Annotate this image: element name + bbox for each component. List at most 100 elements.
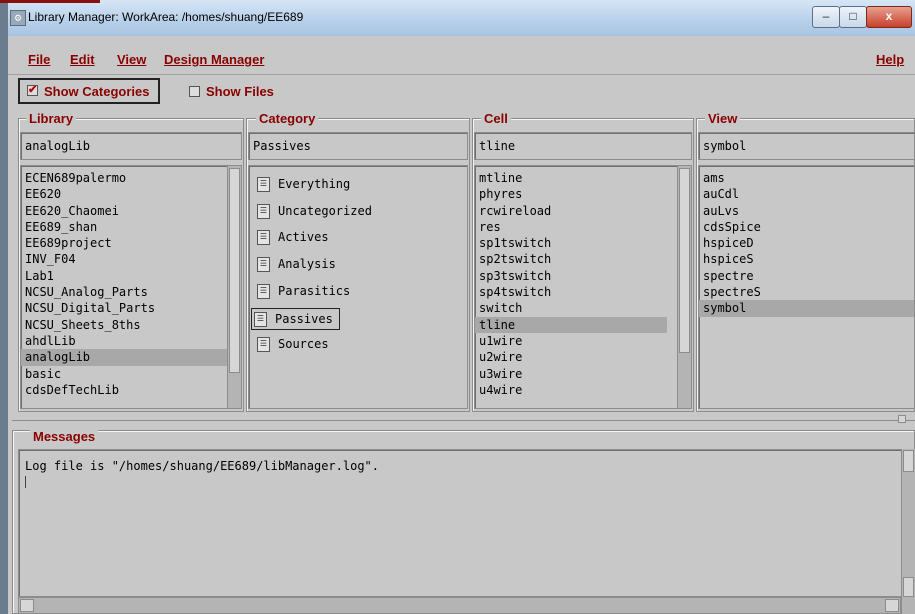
library-list-item[interactable]: ahdlLib — [21, 333, 227, 349]
messages-vertical-scrollbar[interactable] — [901, 449, 915, 614]
cell-list-item[interactable]: sp4tswitch — [475, 284, 667, 300]
messages-scroll-left-arrow[interactable] — [20, 599, 34, 612]
cell-scroll-thumb[interactable] — [679, 168, 690, 353]
pane-sash-handle[interactable] — [898, 415, 906, 423]
library-list-item[interactable]: EE689_shan — [21, 219, 227, 235]
pane-divider[interactable] — [12, 420, 915, 421]
menu-help[interactable]: Help — [876, 52, 904, 67]
library-list-item[interactable]: analogLib — [21, 349, 227, 366]
menu-view-label: View — [117, 52, 147, 67]
library-list-item[interactable]: NCSU_Analog_Parts — [21, 284, 227, 300]
category-icon: ☰ — [257, 257, 270, 273]
category-item-label: Parasitics — [278, 283, 351, 298]
text-cursor — [25, 476, 26, 488]
cell-list[interactable]: mtline phyres rcwireload res sp1tswitch sp2ts… — [474, 165, 692, 409]
library-scroll-thumb[interactable] — [229, 168, 240, 373]
category-icon: ☰ — [254, 311, 267, 327]
menu-edit-label: Edit — [70, 52, 95, 67]
category-list-item[interactable]: ☰ Uncategorized — [257, 201, 372, 221]
category-icon: ☰ — [257, 337, 270, 353]
menu-edit[interactable]: Edit — [70, 52, 95, 67]
close-button[interactable]: x — [866, 6, 912, 28]
library-list-item[interactable]: basic — [21, 366, 227, 382]
messages-scroll-down-arrow[interactable] — [903, 577, 914, 597]
show-categories-checkbox[interactable]: ✔ — [27, 85, 38, 96]
category-item-label: Sources — [278, 337, 329, 352]
view-list-item[interactable]: ams — [699, 170, 914, 186]
library-list-item[interactable]: INV_F04 — [21, 251, 227, 267]
category-list-item[interactable]: ☰ Parasitics — [257, 281, 350, 301]
cell-list-item[interactable]: u1wire — [475, 333, 667, 349]
show-files-label: Show Files — [206, 84, 274, 99]
library-list-item[interactable]: EE689project — [21, 235, 227, 251]
cell-list-item[interactable]: u2wire — [475, 349, 667, 365]
category-list-item[interactable]: ☰ Analysis — [257, 254, 336, 274]
view-list-item[interactable]: spectre — [699, 268, 914, 284]
category-icon: ☰ — [257, 203, 270, 219]
cell-list-item[interactable]: mtline — [475, 170, 667, 186]
view-input[interactable]: symbol — [698, 132, 915, 160]
messages-label: Messages — [30, 429, 99, 444]
category-item-label: Passives — [275, 311, 333, 326]
view-label: View — [705, 111, 741, 126]
library-list-item[interactable]: EE620_Chaomei — [21, 203, 227, 219]
cell-list-item[interactable]: switch — [475, 300, 667, 316]
view-list-item[interactable]: symbol — [699, 300, 914, 317]
messages-area[interactable]: Log file is "/homes/shuang/EE689/libMana… — [18, 449, 903, 597]
library-input[interactable]: analogLib — [20, 132, 242, 160]
cell-list-item[interactable]: tline — [475, 316, 667, 333]
cell-list-item[interactable]: rcwireload — [475, 203, 667, 219]
cell-input[interactable]: tline — [474, 132, 692, 160]
category-list-item[interactable]: ☰ Actives — [257, 227, 329, 247]
menu-view[interactable]: View — [117, 52, 146, 67]
library-list-item[interactable]: EE620 — [21, 186, 227, 202]
library-scrollbar[interactable] — [227, 166, 241, 408]
menu-help-label: Help — [876, 52, 905, 67]
cell-list-item[interactable]: sp2tswitch — [475, 251, 667, 267]
category-list-item[interactable]: ☰ Sources — [257, 334, 329, 354]
view-list-item[interactable]: auCdl — [699, 186, 914, 202]
show-files-checkbox[interactable] — [189, 86, 200, 97]
category-list-item[interactable]: ☰ Passives — [251, 307, 340, 330]
cell-list-item[interactable]: u3wire — [475, 366, 667, 382]
library-list-item[interactable]: cdsDefTechLib — [21, 382, 227, 398]
cell-list-item[interactable]: phyres — [475, 186, 667, 202]
menu-design-manager[interactable]: Design Manager — [164, 52, 264, 67]
category-icon: ☰ — [257, 230, 270, 246]
log-line: Log file is "/homes/shuang/EE689/libMana… — [25, 459, 380, 473]
category-item-label: Uncategorized — [278, 203, 372, 218]
view-list[interactable]: ams auCdl auLvs cdsSpice hspiceD hspiceS spect… — [698, 165, 915, 409]
window-title: Library Manager: WorkArea: /homes/shuang… — [28, 10, 304, 24]
view-list-item[interactable]: hspiceS — [699, 251, 914, 267]
library-list-item[interactable]: ECEN689palermo — [21, 170, 227, 186]
messages-scroll-right-arrow[interactable] — [885, 599, 899, 612]
library-list-item[interactable]: NCSU_Digital_Parts — [21, 300, 227, 316]
category-icon: ☰ — [257, 283, 270, 299]
library-list[interactable]: ECEN689palermo EE620 EE620_Chaomei EE689_sh… — [20, 165, 242, 409]
category-list-item[interactable]: ☰ Everything — [257, 174, 350, 194]
cell-list-item[interactable]: sp3tswitch — [475, 268, 667, 284]
category-icon: ☰ — [257, 177, 270, 192]
category-list[interactable]: ☰ Everything ☰ Uncategorized ☰ Actives ☰ Analys… — [248, 165, 468, 409]
messages-horizontal-scrollbar[interactable] — [18, 597, 901, 614]
view-list-item[interactable]: spectreS — [699, 284, 914, 300]
app-icon: ⚙ — [10, 10, 26, 26]
view-list-item[interactable]: cdsSpice — [699, 219, 914, 235]
category-item-label: Actives — [278, 230, 329, 245]
library-label: Library — [26, 111, 77, 126]
maximize-button[interactable]: □ — [839, 6, 867, 28]
category-input[interactable]: Passives — [248, 132, 468, 160]
view-list-item[interactable]: auLvs — [699, 203, 914, 219]
cell-list-item[interactable]: sp1tswitch — [475, 235, 667, 251]
category-item-label: Analysis — [278, 257, 336, 272]
view-list-item[interactable]: hspiceD — [699, 235, 914, 251]
cell-scrollbar[interactable] — [677, 166, 691, 408]
library-list-item[interactable]: Lab1 — [21, 268, 227, 284]
minimize-button[interactable]: – — [812, 6, 840, 28]
messages-scroll-up-arrow[interactable] — [903, 450, 914, 472]
category-label: Category — [256, 111, 319, 126]
cell-list-item[interactable]: res — [475, 219, 667, 235]
menu-file[interactable]: File — [28, 52, 50, 67]
library-list-item[interactable]: NCSU_Sheets_8ths — [21, 317, 227, 333]
cell-list-item[interactable]: u4wire — [475, 382, 667, 398]
